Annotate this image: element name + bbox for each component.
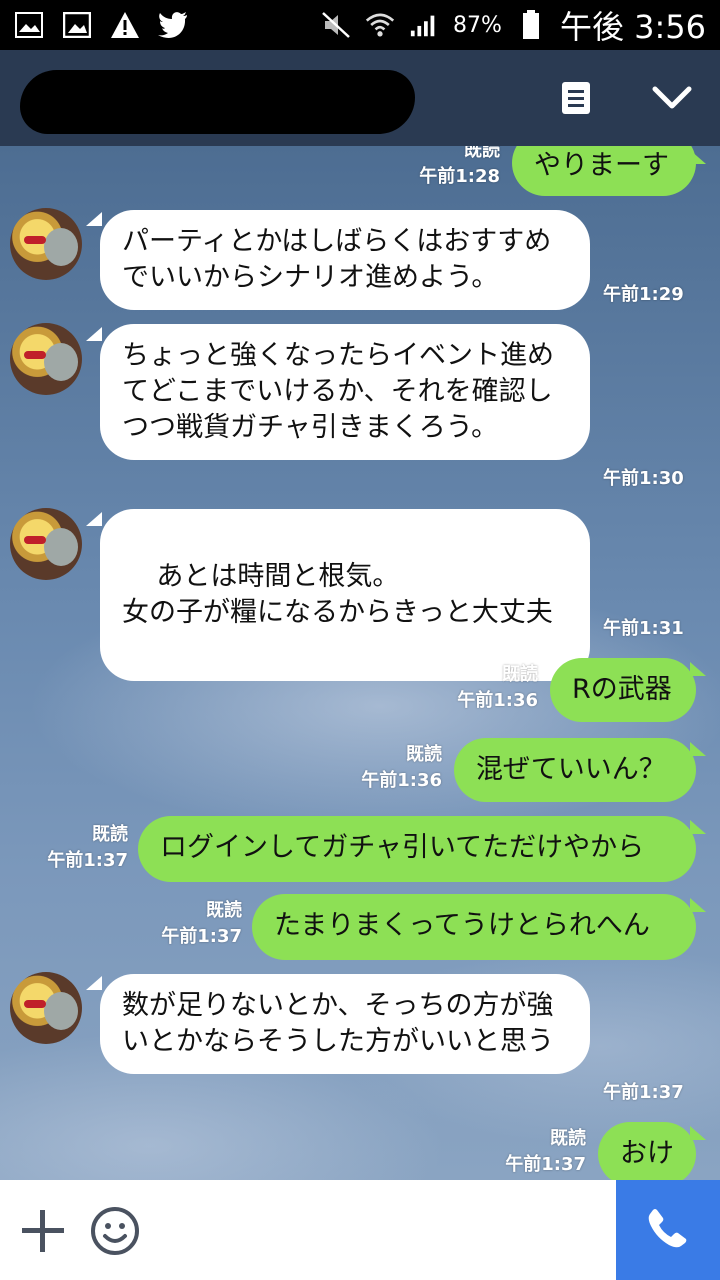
message-text: ちょっと強くなったらイベント進めてどこまでいけるか、それを確認しつつ戦貨ガチャ引… [122, 340, 554, 443]
gallery-icon [14, 10, 44, 40]
message-text: やりまーす [534, 150, 669, 181]
chat-area[interactable]: 既読 午前1:28 やりまーす パーティとかはしばらくはおすすめでいいからシナリ… [0, 146, 720, 1180]
phone-icon [647, 1207, 689, 1253]
read-receipt: 既読 [502, 664, 538, 685]
message-text: 数が足りないとか、そっちの方が強いとかならそうした方がいいと思う [122, 990, 554, 1057]
message-text: パーティとかはしばらくはおすすめでいいからシナリオ進めよう。 [122, 226, 552, 293]
read-receipt: 既読 [206, 900, 242, 921]
message-text: Rの武器 [572, 674, 672, 705]
message-time: 午前1:28 [419, 166, 500, 187]
message-text: ログインしてガチャ引いてただけやから [160, 832, 645, 863]
message-time: 午前1:29 [603, 284, 684, 305]
avatar[interactable] [10, 323, 82, 395]
read-receipt: 既読 [464, 146, 500, 161]
battery-icon [516, 10, 546, 40]
wifi-icon [365, 10, 395, 40]
message-time: 午前1:36 [361, 770, 442, 791]
twitter-icon [158, 10, 188, 40]
message-bubble-outgoing[interactable]: おけ [598, 1122, 696, 1180]
redacted-chat-title [20, 70, 415, 134]
message-time: 午前1:30 [603, 468, 684, 489]
message-time: 午前1:37 [47, 850, 128, 871]
message-meta: 既読 午前1:36 [342, 742, 442, 794]
message-text: たまりまくってうけとられへん [274, 910, 650, 941]
input-bar [0, 1180, 720, 1280]
emoji-button[interactable] [90, 1206, 140, 1256]
message-bubble-incoming[interactable]: あとは時間と根気。 女の子が糧になるからきっと大丈夫 [100, 509, 590, 681]
message-meta: 既読 午前1:28 [400, 146, 500, 190]
message-text: おけ [620, 1138, 674, 1169]
note-button[interactable] [554, 78, 598, 122]
call-button[interactable] [616, 1180, 720, 1280]
message-time: 午前1:37 [505, 1154, 586, 1175]
message-meta: 既読 午前1:37 [486, 1126, 586, 1178]
image-icon [62, 10, 92, 40]
warning-icon [110, 10, 140, 40]
message-time: 午前1:36 [457, 690, 538, 711]
read-receipt: 既読 [92, 824, 128, 845]
read-receipt: 既読 [406, 744, 442, 765]
message-bubble-incoming[interactable]: 数が足りないとか、そっちの方が強いとかならそうした方がいいと思う [100, 974, 590, 1074]
plus-icon [20, 1210, 66, 1258]
message-time: 午前1:37 [161, 926, 242, 947]
message-bubble-incoming[interactable]: パーティとかはしばらくはおすすめでいいからシナリオ進めよう。 [100, 210, 590, 310]
message-meta: 既読 午前1:37 [142, 898, 242, 950]
plus-button[interactable] [20, 1208, 66, 1254]
avatar[interactable] [10, 972, 82, 1044]
emoji-icon [90, 1207, 140, 1260]
note-icon [561, 81, 591, 119]
message-bubble-outgoing[interactable]: たまりまくってうけとられへん [252, 894, 696, 960]
chevron-down-icon [652, 85, 692, 115]
message-time: 午前1:31 [603, 618, 684, 639]
signal-icon [409, 10, 439, 40]
message-time: 午前1:37 [603, 1082, 684, 1103]
message-bubble-outgoing[interactable]: やりまーす [512, 146, 696, 196]
avatar[interactable] [10, 208, 82, 280]
status-bar: 87% 午後 3:56 [0, 0, 720, 50]
message-meta: 既読 午前1:37 [28, 822, 128, 874]
message-text: 混ぜていいん？ [476, 754, 666, 785]
mute-icon [321, 10, 351, 40]
message-meta: 既読 午前1:36 [438, 662, 538, 714]
status-time: 午後 3:56 [559, 8, 706, 46]
message-bubble-outgoing[interactable]: ログインしてガチャ引いてただけやから [138, 816, 696, 882]
message-bubble-outgoing[interactable]: Rの武器 [550, 658, 696, 722]
message-text: あとは時間と根気。 女の子が糧になるからきっと大丈夫 [122, 561, 553, 628]
read-receipt: 既読 [550, 1128, 586, 1149]
collapse-button[interactable] [650, 78, 694, 122]
message-bubble-outgoing[interactable]: 混ぜていいん？ [454, 738, 696, 802]
avatar[interactable] [10, 508, 82, 580]
battery-percentage: 87% [453, 12, 502, 38]
chat-header [0, 50, 720, 146]
message-bubble-incoming[interactable]: ちょっと強くなったらイベント進めてどこまでいけるか、それを確認しつつ戦貨ガチャ引… [100, 324, 590, 460]
